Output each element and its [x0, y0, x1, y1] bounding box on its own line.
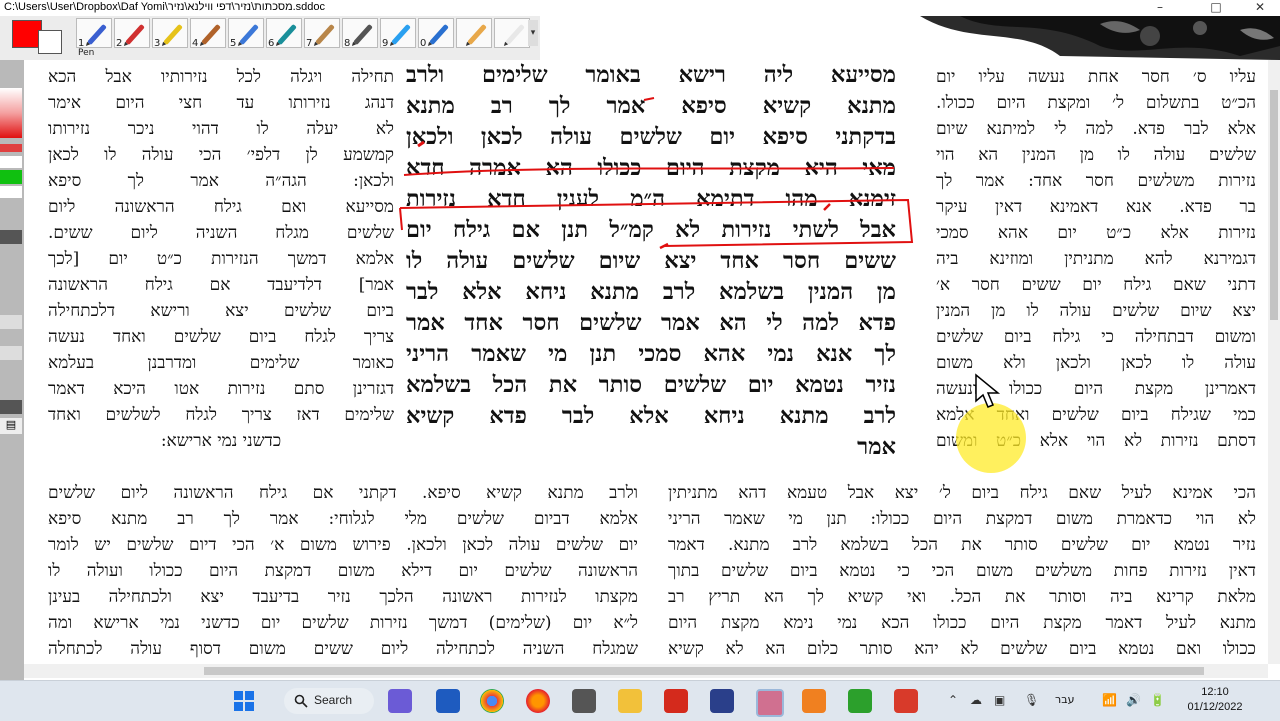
- terminal-app-icon[interactable]: [572, 689, 596, 713]
- pen-tool-4[interactable]: 4: [190, 18, 226, 49]
- tray-chevron-icon[interactable]: ⌃: [948, 693, 958, 707]
- vertical-scrollbar[interactable]: [1268, 60, 1280, 664]
- wifi-icon[interactable]: 📶: [1102, 693, 1117, 707]
- pen-tool-10[interactable]: 0: [418, 18, 454, 49]
- left-side-panel: ▤: [0, 60, 24, 680]
- window-title: C:\Users\User\Dropbox\Daf Yomi\מסכתות\נז…: [4, 1, 326, 13]
- tool-number: 9: [382, 38, 389, 49]
- decorative-floral-header: [540, 16, 1280, 60]
- vertical-scroll-thumb[interactable]: [1270, 90, 1278, 320]
- microphone-icon[interactable]: 🎙: [1024, 693, 1039, 707]
- pen-tool-2[interactable]: 2: [114, 18, 150, 49]
- horizontal-scroll-thumb[interactable]: [204, 667, 1204, 675]
- pen-annotations: [399, 97, 914, 250]
- close-button[interactable]: ✕: [1240, 0, 1280, 16]
- color-swatch-light[interactable]: [0, 186, 22, 198]
- tool-number: 6: [268, 38, 275, 49]
- language-indicator[interactable]: עבר: [1055, 693, 1074, 706]
- pen-tool-3[interactable]: 3: [152, 18, 188, 49]
- horizontal-scrollbar[interactable]: [24, 664, 1268, 678]
- pen-toolbar: 12 3 4 5 6 7 8 9 0 Pen ▾: [0, 16, 540, 61]
- green-app-icon[interactable]: [848, 689, 872, 713]
- pen-tool-1[interactable]: 1: [76, 18, 112, 49]
- panel-slot[interactable]: [0, 315, 22, 329]
- pen-icon: [391, 23, 411, 46]
- page-list-icon[interactable]: ▤: [0, 418, 22, 434]
- pen-icon: [429, 23, 449, 46]
- pen-icon: [239, 23, 259, 46]
- butterfly-app-icon[interactable]: [802, 689, 826, 713]
- toolbar-more-button[interactable]: ▾: [528, 20, 538, 46]
- pen-icon: [467, 23, 487, 46]
- taskbar: Search ⌃ ☁ ▣ 🎙 עבר 📶 🔊 🔋 12:10 01/12/202…: [0, 680, 1280, 721]
- battery-icon[interactable]: 🔋: [1150, 693, 1165, 707]
- pen-icon: [277, 23, 297, 46]
- clock-time: 12:10: [1201, 686, 1229, 698]
- tool-number: 2: [116, 38, 123, 49]
- minimize-button[interactable]: –: [1140, 0, 1180, 16]
- color-swatch-green[interactable]: [0, 170, 22, 184]
- chrome-icon[interactable]: [480, 689, 504, 713]
- floral-ornament-icon: [920, 16, 1280, 60]
- title-bar: C:\Users\User\Dropbox\Daf Yomi\מסכתות\נז…: [0, 0, 1280, 17]
- tool-number: 0: [420, 38, 427, 49]
- windows-start-icon[interactable]: [232, 689, 256, 713]
- document-page: תחילה ויגלה לכל נזירותיו אבל הכא דנהג נזי…: [24, 60, 1268, 664]
- clock[interactable]: 12:10 01/12/2022: [1180, 685, 1250, 715]
- red-app-icon[interactable]: [894, 689, 918, 713]
- app-icon[interactable]: [710, 689, 734, 713]
- pen-tool-6[interactable]: 6: [266, 18, 302, 49]
- color-swatch-red[interactable]: [0, 144, 22, 152]
- pen-icon: [505, 23, 525, 46]
- panel-divider: [0, 230, 22, 244]
- tool-number: 7: [306, 38, 313, 49]
- tool-number: 8: [344, 38, 351, 49]
- pen-tool-9[interactable]: 9: [380, 18, 416, 49]
- pen-tool-11[interactable]: [456, 18, 492, 48]
- chat-app-icon[interactable]: [388, 689, 412, 713]
- tray-app-icon[interactable]: ▣: [994, 693, 1005, 707]
- panel-slot[interactable]: [0, 346, 22, 360]
- pen-label: Pen: [78, 48, 95, 58]
- clock-date: 01/12/2022: [1187, 701, 1243, 713]
- pen-tool-7[interactable]: 7: [304, 18, 340, 49]
- tool-number: 4: [192, 38, 199, 49]
- pen-icon: [87, 23, 107, 46]
- pen-icon: [125, 23, 145, 46]
- pen-icon: [353, 23, 373, 46]
- secondary-color-swatch[interactable]: [38, 30, 62, 54]
- word-icon[interactable]: [436, 689, 460, 713]
- search-label: Search: [314, 693, 353, 707]
- color-gradient-strip[interactable]: [0, 88, 22, 138]
- maximize-button[interactable]: □: [1196, 0, 1236, 16]
- firefox-icon[interactable]: [526, 689, 550, 713]
- mouse-pointer-icon: [975, 373, 1001, 408]
- pen-icon: [315, 23, 335, 46]
- file-explorer-icon[interactable]: [618, 689, 642, 713]
- panel-divider: [0, 400, 22, 414]
- pen-tool-5[interactable]: 5: [228, 18, 264, 49]
- sketch-app-icon[interactable]: [756, 689, 784, 717]
- pen-tool-12[interactable]: [494, 18, 530, 48]
- acrobat-icon[interactable]: [664, 689, 688, 713]
- pen-icon: [201, 23, 221, 46]
- cloud-icon[interactable]: ☁: [970, 693, 982, 707]
- pen-tool-8[interactable]: 8: [342, 18, 378, 49]
- taskbar-search[interactable]: Search: [284, 688, 374, 714]
- tool-number: 5: [230, 38, 237, 49]
- pen-icon: [163, 23, 183, 46]
- volume-icon[interactable]: 🔊: [1126, 693, 1141, 707]
- search-icon: [294, 694, 308, 708]
- color-swatch-white[interactable]: [0, 156, 22, 168]
- tool-number: 3: [154, 38, 161, 49]
